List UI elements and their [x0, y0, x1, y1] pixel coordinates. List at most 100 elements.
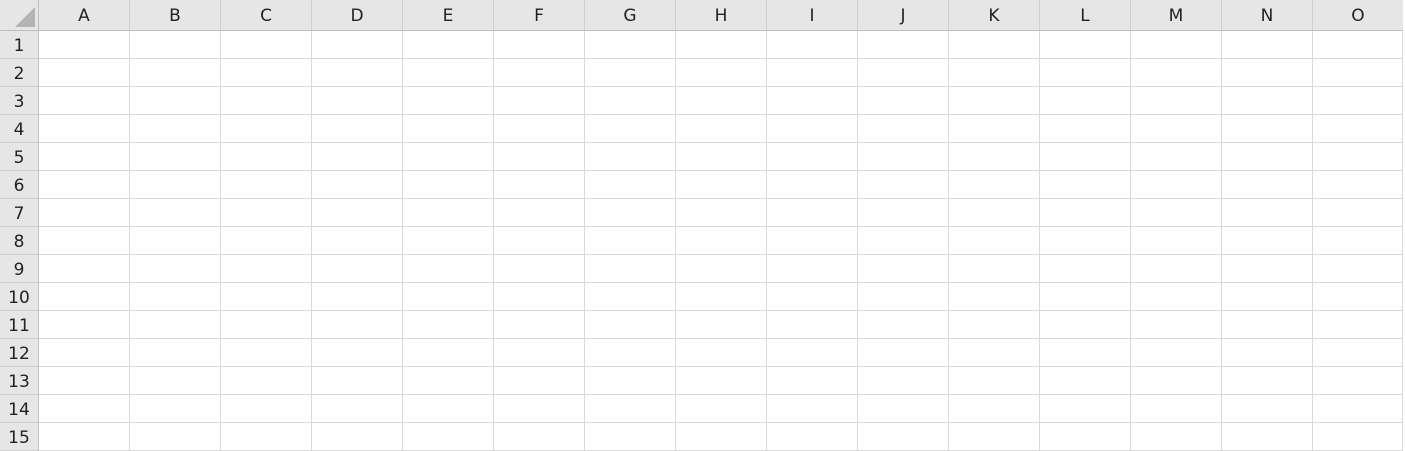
row-header-5[interactable]: 5 — [0, 143, 39, 171]
cell-i2[interactable] — [767, 59, 858, 87]
cell-i10[interactable] — [767, 283, 858, 311]
cell-g4[interactable] — [585, 115, 676, 143]
cell-g1[interactable] — [585, 31, 676, 59]
cell-h15[interactable] — [676, 423, 767, 451]
cell-j15[interactable] — [858, 423, 949, 451]
cell-o2[interactable] — [1313, 59, 1403, 87]
column-header-a[interactable]: A — [39, 0, 130, 31]
row-header-9[interactable]: 9 — [0, 255, 39, 283]
cell-a15[interactable] — [39, 423, 130, 451]
cell-a3[interactable] — [39, 87, 130, 115]
cell-n15[interactable] — [1222, 423, 1313, 451]
cell-l1[interactable] — [1040, 31, 1131, 59]
cell-c3[interactable] — [221, 87, 312, 115]
cell-i8[interactable] — [767, 227, 858, 255]
cell-o11[interactable] — [1313, 311, 1403, 339]
cell-a5[interactable] — [39, 143, 130, 171]
cell-h13[interactable] — [676, 367, 767, 395]
cell-d9[interactable] — [312, 255, 403, 283]
row-header-14[interactable]: 14 — [0, 395, 39, 423]
select-all-button[interactable] — [0, 0, 39, 31]
cell-n5[interactable] — [1222, 143, 1313, 171]
cell-b2[interactable] — [130, 59, 221, 87]
cell-o3[interactable] — [1313, 87, 1403, 115]
cell-h6[interactable] — [676, 171, 767, 199]
cell-a8[interactable] — [39, 227, 130, 255]
cell-e3[interactable] — [403, 87, 494, 115]
cell-j2[interactable] — [858, 59, 949, 87]
column-header-n[interactable]: N — [1222, 0, 1313, 31]
cell-b9[interactable] — [130, 255, 221, 283]
column-header-o[interactable]: O — [1313, 0, 1403, 31]
cell-e11[interactable] — [403, 311, 494, 339]
column-header-b[interactable]: B — [130, 0, 221, 31]
cell-m7[interactable] — [1131, 199, 1222, 227]
cell-d4[interactable] — [312, 115, 403, 143]
cell-h10[interactable] — [676, 283, 767, 311]
cell-i5[interactable] — [767, 143, 858, 171]
cell-l7[interactable] — [1040, 199, 1131, 227]
cell-j9[interactable] — [858, 255, 949, 283]
row-header-12[interactable]: 12 — [0, 339, 39, 367]
cell-j3[interactable] — [858, 87, 949, 115]
cell-b11[interactable] — [130, 311, 221, 339]
cell-l12[interactable] — [1040, 339, 1131, 367]
cell-e10[interactable] — [403, 283, 494, 311]
cell-d14[interactable] — [312, 395, 403, 423]
cell-m5[interactable] — [1131, 143, 1222, 171]
cell-k2[interactable] — [949, 59, 1040, 87]
cell-k10[interactable] — [949, 283, 1040, 311]
row-header-13[interactable]: 13 — [0, 367, 39, 395]
cell-k9[interactable] — [949, 255, 1040, 283]
cell-j6[interactable] — [858, 171, 949, 199]
cell-d8[interactable] — [312, 227, 403, 255]
cell-j13[interactable] — [858, 367, 949, 395]
cell-i6[interactable] — [767, 171, 858, 199]
cell-a11[interactable] — [39, 311, 130, 339]
cell-l13[interactable] — [1040, 367, 1131, 395]
cell-c6[interactable] — [221, 171, 312, 199]
cell-n12[interactable] — [1222, 339, 1313, 367]
cell-l10[interactable] — [1040, 283, 1131, 311]
cell-a6[interactable] — [39, 171, 130, 199]
cell-d3[interactable] — [312, 87, 403, 115]
cell-h1[interactable] — [676, 31, 767, 59]
cell-i12[interactable] — [767, 339, 858, 367]
column-header-e[interactable]: E — [403, 0, 494, 31]
cell-l11[interactable] — [1040, 311, 1131, 339]
cell-f2[interactable] — [494, 59, 585, 87]
cell-a13[interactable] — [39, 367, 130, 395]
cell-h11[interactable] — [676, 311, 767, 339]
cell-m9[interactable] — [1131, 255, 1222, 283]
cell-d13[interactable] — [312, 367, 403, 395]
cell-e8[interactable] — [403, 227, 494, 255]
cell-e6[interactable] — [403, 171, 494, 199]
cell-c4[interactable] — [221, 115, 312, 143]
cell-m4[interactable] — [1131, 115, 1222, 143]
cell-k1[interactable] — [949, 31, 1040, 59]
cell-g10[interactable] — [585, 283, 676, 311]
cell-j1[interactable] — [858, 31, 949, 59]
cell-j4[interactable] — [858, 115, 949, 143]
cell-c7[interactable] — [221, 199, 312, 227]
cell-f9[interactable] — [494, 255, 585, 283]
cell-h8[interactable] — [676, 227, 767, 255]
cell-m1[interactable] — [1131, 31, 1222, 59]
cell-o14[interactable] — [1313, 395, 1403, 423]
cell-i1[interactable] — [767, 31, 858, 59]
cell-f6[interactable] — [494, 171, 585, 199]
cell-n8[interactable] — [1222, 227, 1313, 255]
cell-o8[interactable] — [1313, 227, 1403, 255]
cell-b6[interactable] — [130, 171, 221, 199]
row-header-2[interactable]: 2 — [0, 59, 39, 87]
cell-k15[interactable] — [949, 423, 1040, 451]
cell-f15[interactable] — [494, 423, 585, 451]
cell-b14[interactable] — [130, 395, 221, 423]
cell-f11[interactable] — [494, 311, 585, 339]
column-header-d[interactable]: D — [312, 0, 403, 31]
cell-n7[interactable] — [1222, 199, 1313, 227]
cell-h5[interactable] — [676, 143, 767, 171]
cell-n1[interactable] — [1222, 31, 1313, 59]
cell-b1[interactable] — [130, 31, 221, 59]
cell-m8[interactable] — [1131, 227, 1222, 255]
